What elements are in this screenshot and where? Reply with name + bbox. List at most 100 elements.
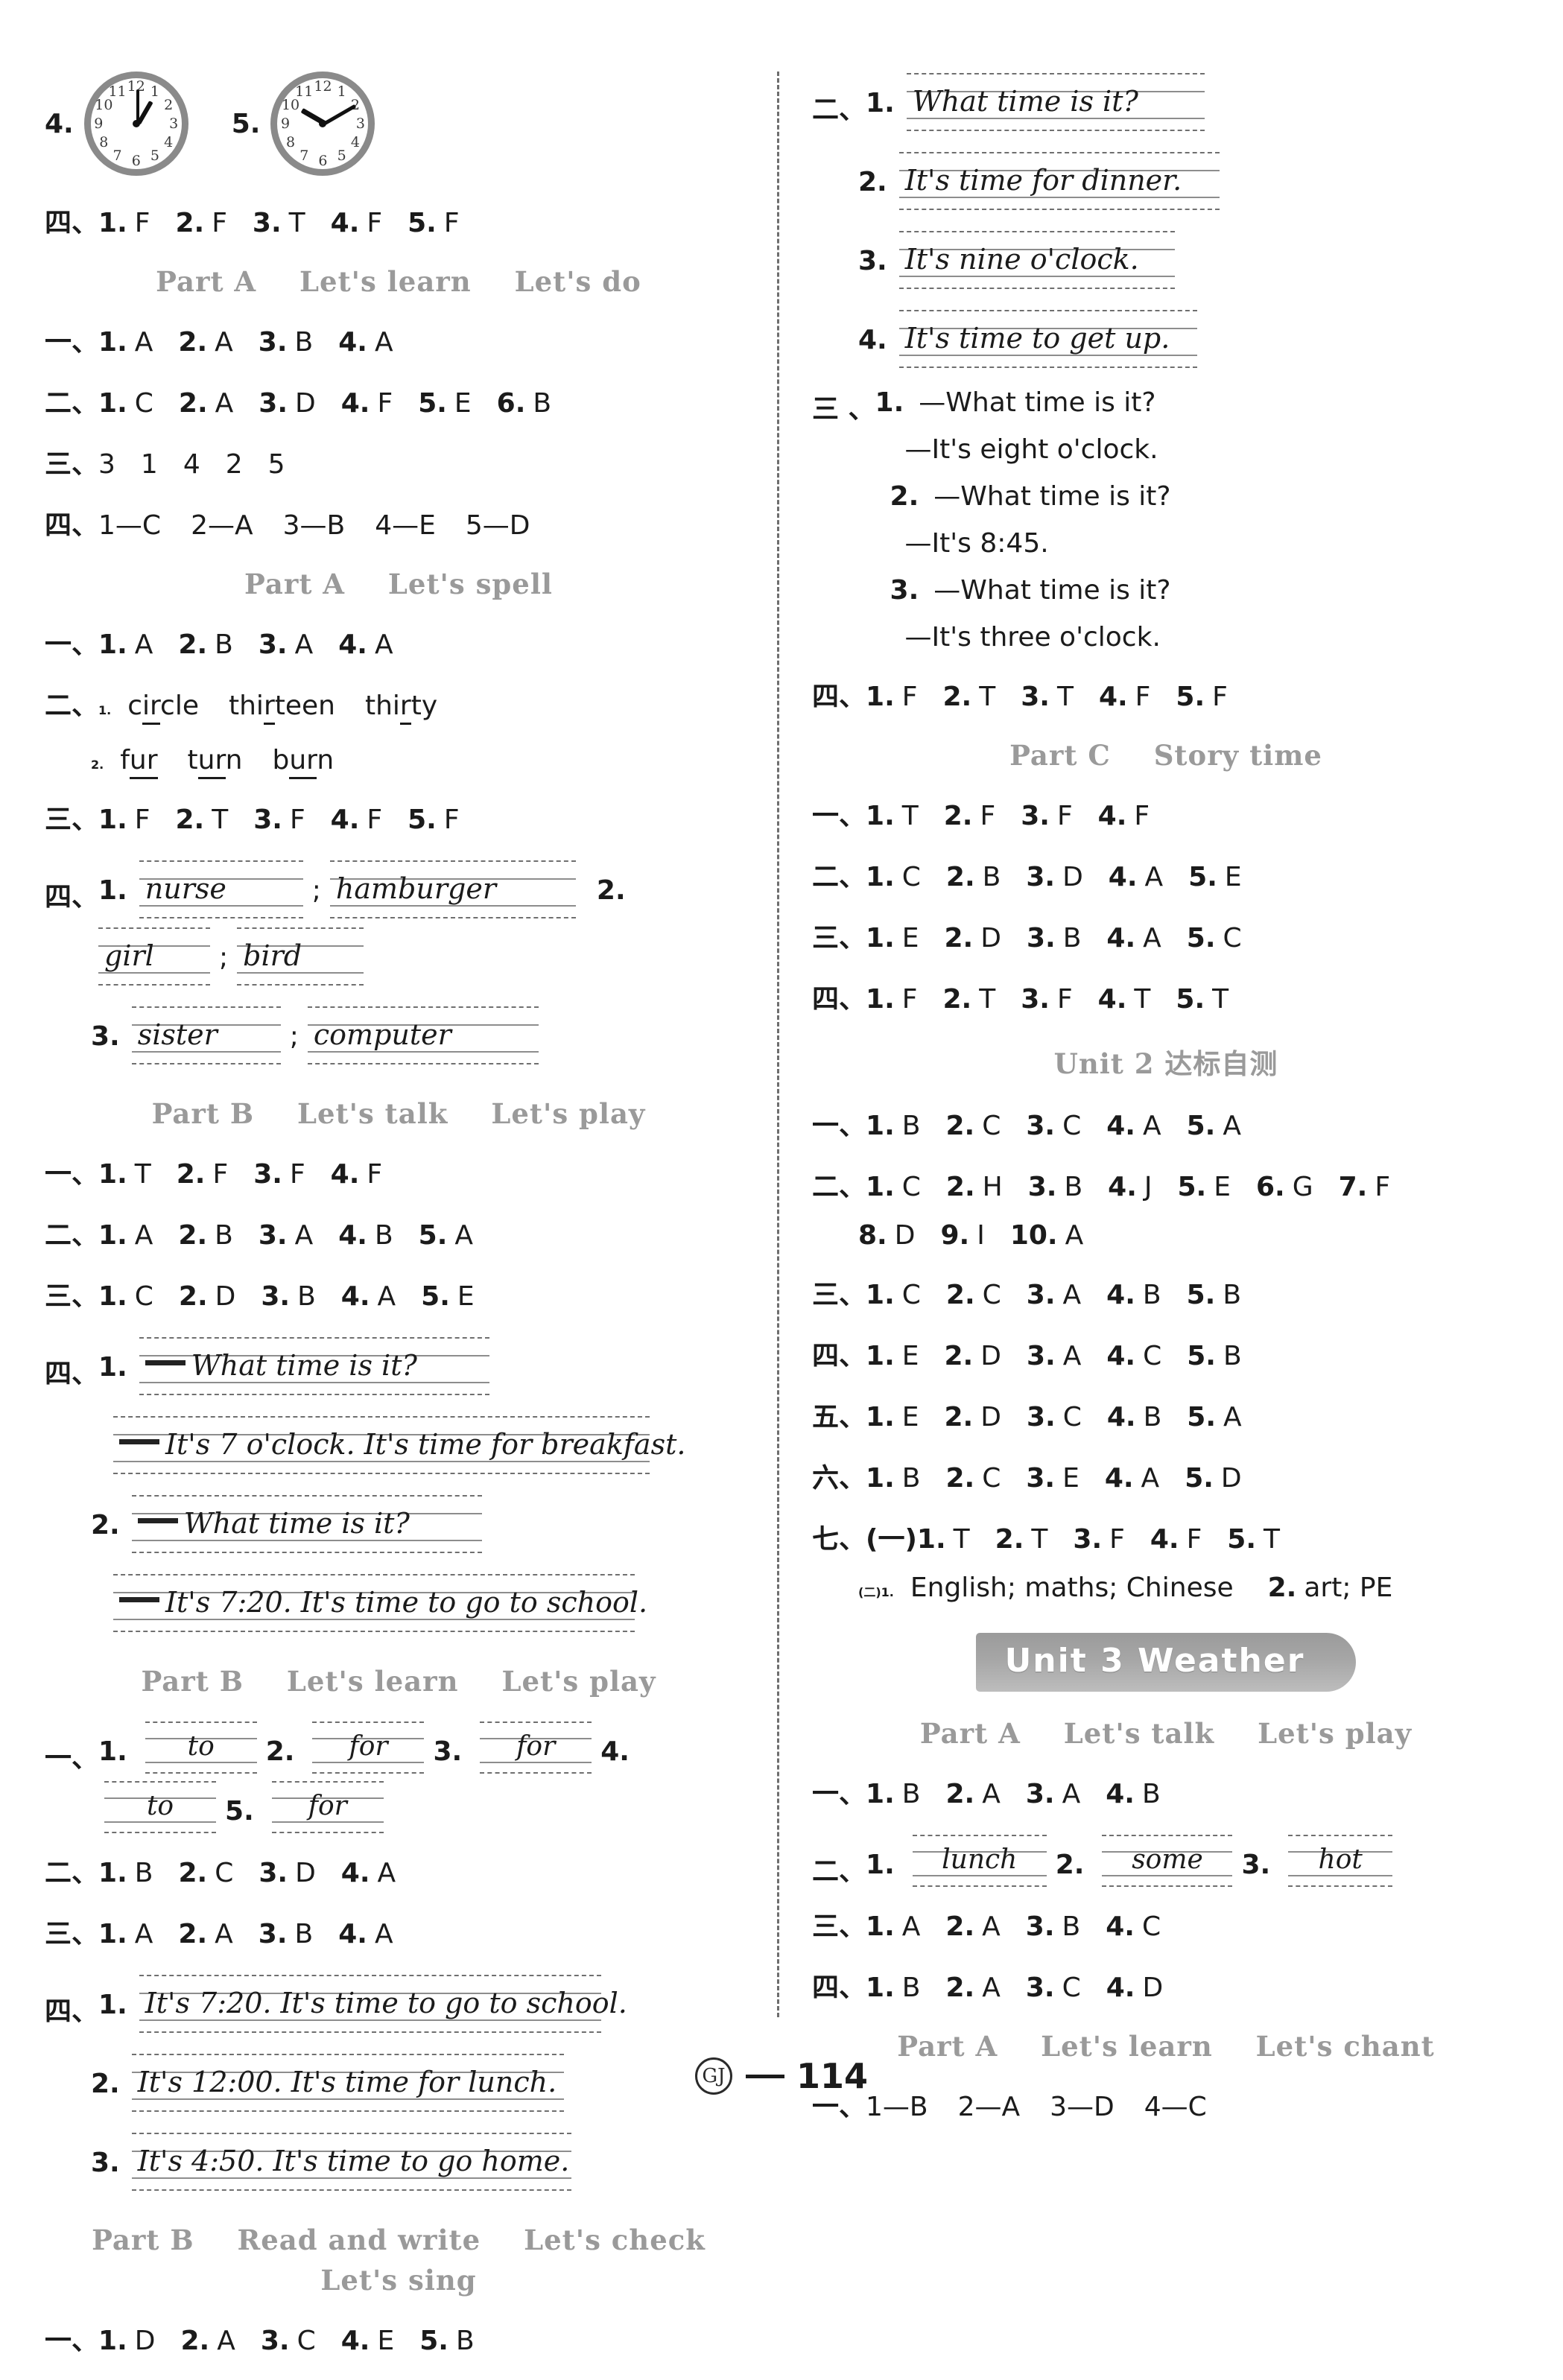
answer-row: 七、(一) 1. T 2. T 3. F 4. F 5. T: [812, 1517, 1520, 1556]
answer-item: 5. B: [1186, 1280, 1242, 1310]
row-number: 二、: [812, 1172, 866, 1202]
blank-field: for: [312, 1720, 425, 1775]
answer-item: 2. F: [943, 801, 996, 831]
answer-item: 5. A: [1187, 1402, 1242, 1432]
answer-item: 4. B: [1106, 1280, 1161, 1310]
answer-item: 5. B: [1187, 1341, 1242, 1371]
answer-row: 三、 1. A 2. A 3. B 4. A: [45, 1912, 752, 1951]
answer-item: 2. art; PE: [1267, 1573, 1393, 1603]
answer-row: 四、 1. F 2. F 3. T 4. F 5. F: [45, 201, 752, 240]
clock-face-5: 12 1 2 3 4 5 6 7 8 9 10 11: [270, 72, 375, 176]
row-number: 三、: [45, 805, 99, 835]
row-number: 六、: [812, 1463, 866, 1494]
answer-item: 5. B: [419, 2326, 475, 2356]
row-number: 三 、: [812, 394, 875, 425]
section-header-c-story: Part C Story time: [812, 739, 1520, 772]
answer-row: 五、 1. E 2. D 3. C 4. B 5. A: [812, 1395, 1520, 1434]
answer-item: 3. C: [1026, 1402, 1082, 1432]
answer-item: 5. F: [408, 208, 460, 238]
item-number: 4.: [858, 325, 887, 355]
item-number: 3.: [1241, 1850, 1271, 1880]
phonics-word: turn: [188, 745, 242, 779]
answer-item: 4. D: [1106, 1973, 1164, 2003]
match-pair: 2—A: [191, 510, 253, 541]
answer-item: 4. A: [340, 1858, 396, 1888]
clock-label-5: 5.: [231, 108, 261, 139]
phonics-word: burn: [272, 745, 334, 779]
row-number: 四、: [45, 1359, 99, 1389]
row-number: 二、: [812, 95, 866, 125]
part-label: Part C: [1009, 739, 1111, 772]
answer-row: 三、 1. C 2. C 3. A 4. B 5. B: [812, 1273, 1520, 1312]
answer-item: 3. D: [1026, 862, 1083, 892]
section-header-a-learn: Part A Let's learn Let's do: [45, 265, 752, 298]
answer-row: 二、 1. C 2. H 3. B 4. J 5. E 6. G 7. F: [812, 1165, 1520, 1204]
activity-label: Let's do: [514, 265, 641, 298]
match-pair: 1—B: [866, 2092, 928, 2122]
section-header-a-spell: Part A Let's spell: [45, 568, 752, 600]
item-number: 1.: [98, 1736, 127, 1767]
activity-label: Let's play: [501, 1665, 656, 1698]
answer-row-continued: 8. D 9. I 10. A: [858, 1220, 1520, 1251]
handwriting-field: What time is it?: [139, 1336, 489, 1397]
part-label: Part B: [151, 1097, 255, 1130]
section-header-u3-talk: Part A Let's talk Let's play: [812, 1717, 1520, 1750]
answer-row: 一、 1. A 2. A 3. B 4. A: [45, 320, 752, 359]
dialogue-line: —It's eight o'clock.: [904, 434, 1158, 465]
handwriting-field: It's 7:20. It's time to go to school.: [113, 1573, 647, 1634]
handwriting-row: 四、 1. nurse ; hamburger 2. girl ; bird: [45, 859, 752, 993]
row-number: 一、: [45, 1743, 99, 1774]
answer-row: 三、 1. A 2. A 3. B 4. C: [812, 1905, 1520, 1943]
answer-item: 4. A: [338, 629, 393, 660]
item-number: 1.: [866, 88, 895, 118]
answer-item: 9. I: [940, 1220, 985, 1251]
row-number: 一、: [812, 1111, 866, 1141]
dialogue-line: —It's 8:45.: [904, 528, 1049, 559]
publisher-logo-icon: GJ: [694, 2057, 732, 2095]
handwriting-row: 3. It's 4:50. It's time to go home.: [91, 2131, 752, 2198]
answer-item: 4. F: [1097, 801, 1150, 831]
handwriting-field: It's time for dinner.: [898, 150, 1220, 212]
answer-item: 2. T: [995, 1524, 1048, 1555]
handwriting-field: girl: [98, 926, 211, 987]
part-label: Part A: [156, 265, 257, 298]
dialogue-line: 1. —What time is it?: [875, 387, 1156, 418]
answer-item: 4. F: [330, 208, 383, 238]
clock-label-4: 4.: [45, 108, 74, 139]
row-number: 三、: [45, 449, 99, 480]
section-header-unit2-test: Unit 2 达标自测: [1053, 1047, 1278, 1080]
answer-item: 4. C: [1106, 1911, 1161, 1942]
clock-face-4: 12 1 2 3 4 5 6 7 8 9 10 11: [83, 72, 188, 176]
answer-item: 1. E: [866, 1341, 919, 1371]
row-number: 四、: [45, 1996, 99, 2027]
answer-item: 1. A: [98, 327, 153, 358]
answer-row: 三、 1. C 2. D 3. B 4. A 5. E: [45, 1275, 752, 1313]
answer-text: English; maths; Chinese: [910, 1573, 1234, 1603]
blank-field: to: [145, 1720, 257, 1775]
column-divider: [777, 72, 779, 2017]
answer-item: 2. A: [178, 327, 233, 358]
section-header-b-read: Part B Read and write Let's check: [45, 2224, 752, 2256]
handwriting-field: It's nine o'clock.: [898, 229, 1175, 291]
answer-item: 3. T: [252, 208, 305, 238]
blank-fill-row: 二、 1. lunch 2. some 3. hot: [812, 1833, 1520, 1893]
answer-item: 4. A: [1106, 923, 1161, 953]
handwriting-row: 四、 1. It's 7:20. It's time to go to scho…: [45, 1973, 752, 2040]
answer-item: 4. B: [1106, 1402, 1162, 1432]
phonics-row: 二、 1. circle thirteen thirty: [45, 684, 752, 725]
answer-item: 1. A: [866, 1911, 921, 1942]
answer-item: 4. E: [340, 2326, 395, 2356]
answer-item: 1. T: [98, 1159, 151, 1190]
answer-item: 2. F: [175, 208, 227, 238]
section-header-b-talk: Part B Let's talk Let's play: [45, 1097, 752, 1130]
handwriting-field: It's 7:20. It's time to go to school.: [139, 1973, 627, 2034]
row-number: 四、: [812, 984, 866, 1015]
answer-item: 3. B: [1025, 1911, 1081, 1942]
answer-item: 1. A: [98, 1919, 153, 1949]
part-label: Part B: [92, 2224, 194, 2256]
part-label: Part A: [244, 568, 346, 600]
answer-item: 3. C: [1026, 1111, 1082, 1141]
row-number: 四、: [812, 1973, 866, 2003]
item-number: 3.: [433, 1736, 463, 1767]
answer-item: 3. A: [258, 629, 314, 660]
